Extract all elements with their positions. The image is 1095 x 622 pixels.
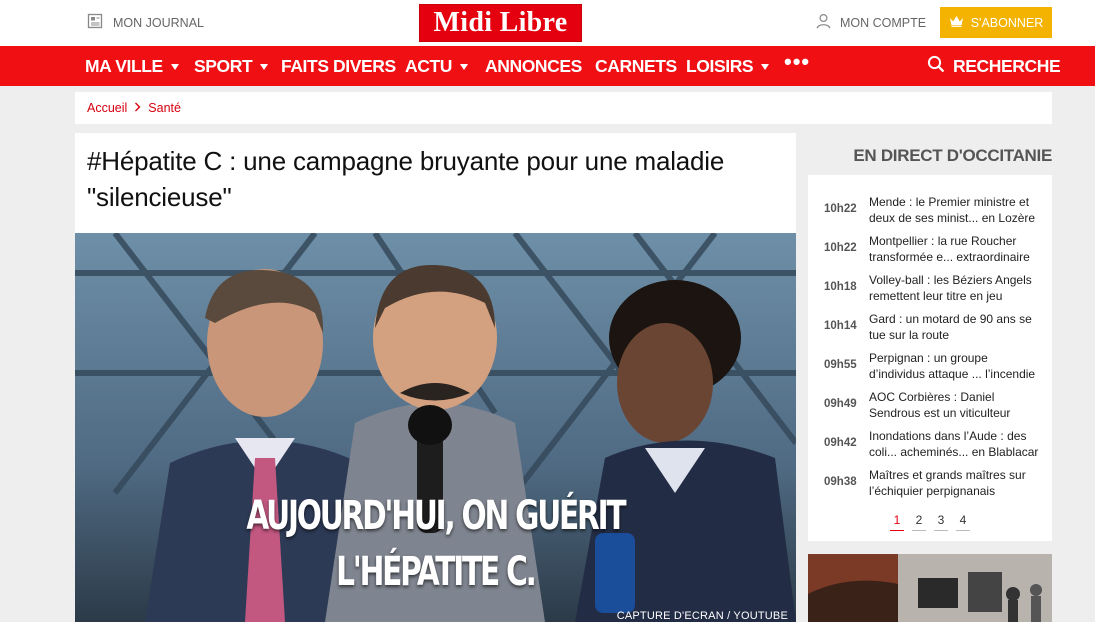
live-feed-headline: Perpignan : un groupe d’individus attaqu… [869,351,1036,381]
live-feed-item[interactable]: 09h49 AOC Corbières : Daniel Sendrous es… [808,386,1052,422]
page-link-3[interactable]: 3 [934,513,948,531]
image-caption-line-1: AUJOURD'HUI, ON GUÉRIT [246,493,626,539]
nav-item-label: ANNONCES [485,55,582,76]
live-feed: 10h22 Mende : le Premier ministre et deu… [808,175,1052,541]
nav-item-label: SPORT [194,55,253,76]
chevron-right-icon [134,101,141,115]
user-icon [816,13,831,32]
live-feed-headline: AOC Corbières : Daniel Sendrous est un v… [869,390,1011,420]
nav-item-annonces[interactable]: ANNONCES [485,46,582,86]
live-feed-item[interactable]: 10h18 Volley-ball : les Béziers Angels r… [808,269,1052,305]
live-feed-pagination: 1 2 3 4 [808,513,1052,531]
live-feed-headline: Montpellier : la rue Roucher transformée… [869,234,1030,264]
live-feed-item[interactable]: 09h42 Inondations dans l’Aude : des coli… [808,425,1052,461]
live-feed-time: 09h38 [824,476,857,488]
nav-item-label: LOISIRS [686,55,754,76]
page-link-2[interactable]: 2 [912,513,926,531]
nav-item-label: FAITS DIVERS [281,55,396,76]
image-caption-line-2: L'HÉPATITE C. [336,549,537,595]
live-feed-time: 10h22 [824,242,857,254]
live-feed-item[interactable]: 10h22 Mende : le Premier ministre et deu… [808,191,1052,227]
page-title: #Hépatite C : une campagne bruyante pour… [87,146,725,212]
sidebar-thumbnail-image[interactable] [808,554,1052,622]
nav-item-actu[interactable]: ACTU [405,46,469,86]
nav-item-faits-divers[interactable]: FAITS DIVERS [281,46,396,86]
live-feed-headline: Inondations dans l’Aude : des coli... ac… [869,429,1039,459]
live-feed-item[interactable]: 10h22 Montpellier : la rue Roucher trans… [808,230,1052,266]
more-dots-icon: ••• [784,49,811,74]
breadcrumb-home[interactable]: Accueil [87,101,127,115]
subscribe-button[interactable]: S'ABONNER [940,7,1052,38]
breadcrumb: Accueil Santé [75,92,1052,124]
chevron-down-icon [170,64,179,70]
main-nav: MA VILLE SPORT FAITS DIVERS ACTU ANNONCE… [0,46,1095,86]
live-feed-time: 10h14 [824,320,857,332]
nav-item-carnets[interactable]: CARNETS [595,46,677,86]
nav-more-button[interactable]: ••• [784,46,810,86]
page-link-4[interactable]: 4 [956,513,970,531]
live-feed-item[interactable]: 09h38 Maîtres et grands maîtres sur l’éc… [808,464,1052,500]
top-bar: MON JOURNAL Midi Libre MON COMPTE S'ABON… [0,0,1095,46]
search-label: RECHERCHE [953,55,1061,76]
live-feed-time: 10h18 [824,281,857,293]
live-feed-time: 09h55 [824,359,857,371]
breadcrumb-section[interactable]: Santé [148,101,181,115]
live-feed-heading: EN DIRECT D'OCCITANIE [853,146,1052,165]
live-feed-headline: Maîtres et grands maîtres sur l’échiquie… [869,468,1026,498]
live-feed-headline: Gard : un motard de 90 ans se tue sur la… [869,312,1032,342]
newspaper-icon [87,13,103,32]
crown-icon [949,15,964,30]
nav-item-label: ACTU [405,55,453,76]
image-caption: AUJOURD'HUI, ON GUÉRIT L'HÉPATITE C. [169,488,703,600]
live-feed-time: 09h49 [824,398,857,410]
live-feed-headline: Volley-ball : les Béziers Angels remette… [869,273,1032,303]
site-logo[interactable]: Midi Libre [419,4,582,42]
subscribe-label: S'ABONNER [970,15,1044,30]
my-journal-link[interactable]: MON JOURNAL [87,13,204,32]
nav-item-loisirs[interactable]: LOISIRS [686,46,770,86]
chevron-down-icon [761,64,770,70]
live-feed-item[interactable]: 09h55 Perpignan : un groupe d’individus … [808,347,1052,383]
nav-item-label: CARNETS [595,55,677,76]
my-journal-label: MON JOURNAL [113,15,204,30]
search-button[interactable]: RECHERCHE [927,46,1061,86]
live-feed-item[interactable]: 10h14 Gard : un motard de 90 ans se tue … [808,308,1052,344]
search-icon [927,55,945,78]
image-credit: CAPTURE D'ECRAN / YOUTUBE [616,610,788,622]
article-main: #Hépatite C : une campagne bruyante pour… [75,133,796,622]
chevron-down-icon [260,64,269,70]
thumbnail-illustration [808,554,1052,622]
live-feed-headline: Mende : le Premier ministre et deux de s… [869,195,1036,225]
page-link-1[interactable]: 1 [890,513,904,531]
my-account-link[interactable]: MON COMPTE [816,13,926,32]
article-hero-image[interactable]: AUJOURD'HUI, ON GUÉRIT L'HÉPATITE C. CAP… [75,233,796,622]
live-feed-time: 09h42 [824,437,857,449]
chevron-down-icon [460,64,469,70]
nav-item-ma-ville[interactable]: MA VILLE [85,46,179,86]
live-feed-time: 10h22 [824,203,857,215]
nav-item-sport[interactable]: SPORT [194,46,269,86]
my-account-label: MON COMPTE [840,15,927,30]
nav-item-label: MA VILLE [85,55,163,76]
